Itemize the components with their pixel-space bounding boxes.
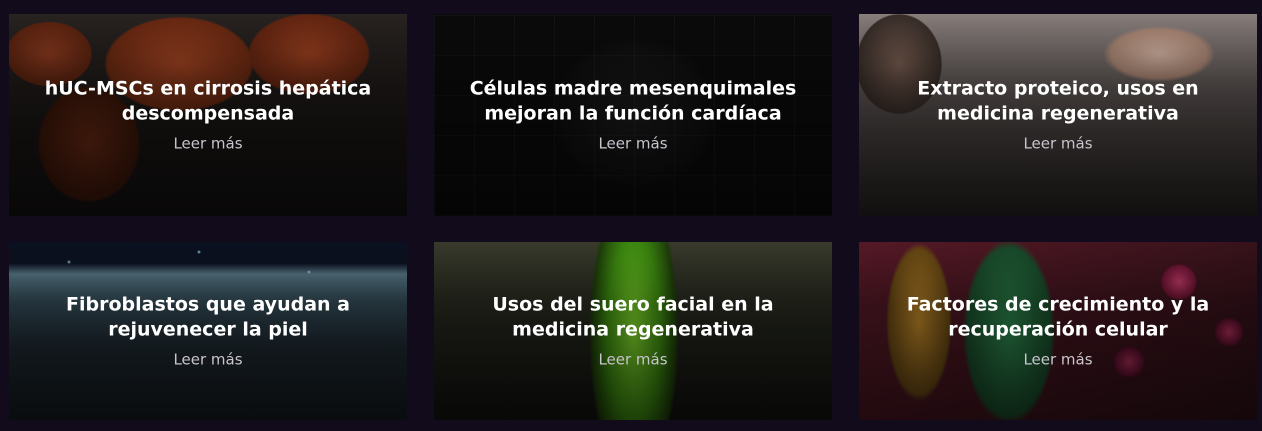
article-card-suero[interactable]: Usos del suero facial en la medicina reg… <box>434 242 832 420</box>
article-title: Factores de crecimiento y la recuperació… <box>906 293 1210 341</box>
read-more-link[interactable]: Leer más <box>598 134 667 154</box>
read-more-link[interactable]: Leer más <box>598 350 667 370</box>
article-title: hUC-MSCs en cirrosis hepática descompens… <box>44 77 372 125</box>
article-card-fibroblastos[interactable]: Fibroblastos que ayudan a rejuvenecer la… <box>9 242 407 420</box>
articles-grid: hUC-MSCs en cirrosis hepática descompens… <box>0 0 1262 431</box>
article-title: Fibroblastos que ayudan a rejuvenecer la… <box>66 293 350 341</box>
article-card-cirrosis[interactable]: hUC-MSCs en cirrosis hepática descompens… <box>9 14 407 216</box>
article-card-extracto[interactable]: Extracto proteico, usos en medicina rege… <box>859 14 1257 216</box>
read-more-link[interactable]: Leer más <box>1023 350 1092 370</box>
article-title: Usos del suero facial en la medicina reg… <box>492 293 774 341</box>
read-more-link[interactable]: Leer más <box>173 350 242 370</box>
article-title: Extracto proteico, usos en medicina rege… <box>917 77 1199 125</box>
article-card-factores[interactable]: Factores de crecimiento y la recuperació… <box>859 242 1257 420</box>
read-more-link[interactable]: Leer más <box>173 134 242 154</box>
article-card-cardiaca[interactable]: Células madre mesenquimales mejoran la f… <box>434 14 832 216</box>
article-title: Células madre mesenquimales mejoran la f… <box>469 77 797 125</box>
read-more-link[interactable]: Leer más <box>1023 134 1092 154</box>
